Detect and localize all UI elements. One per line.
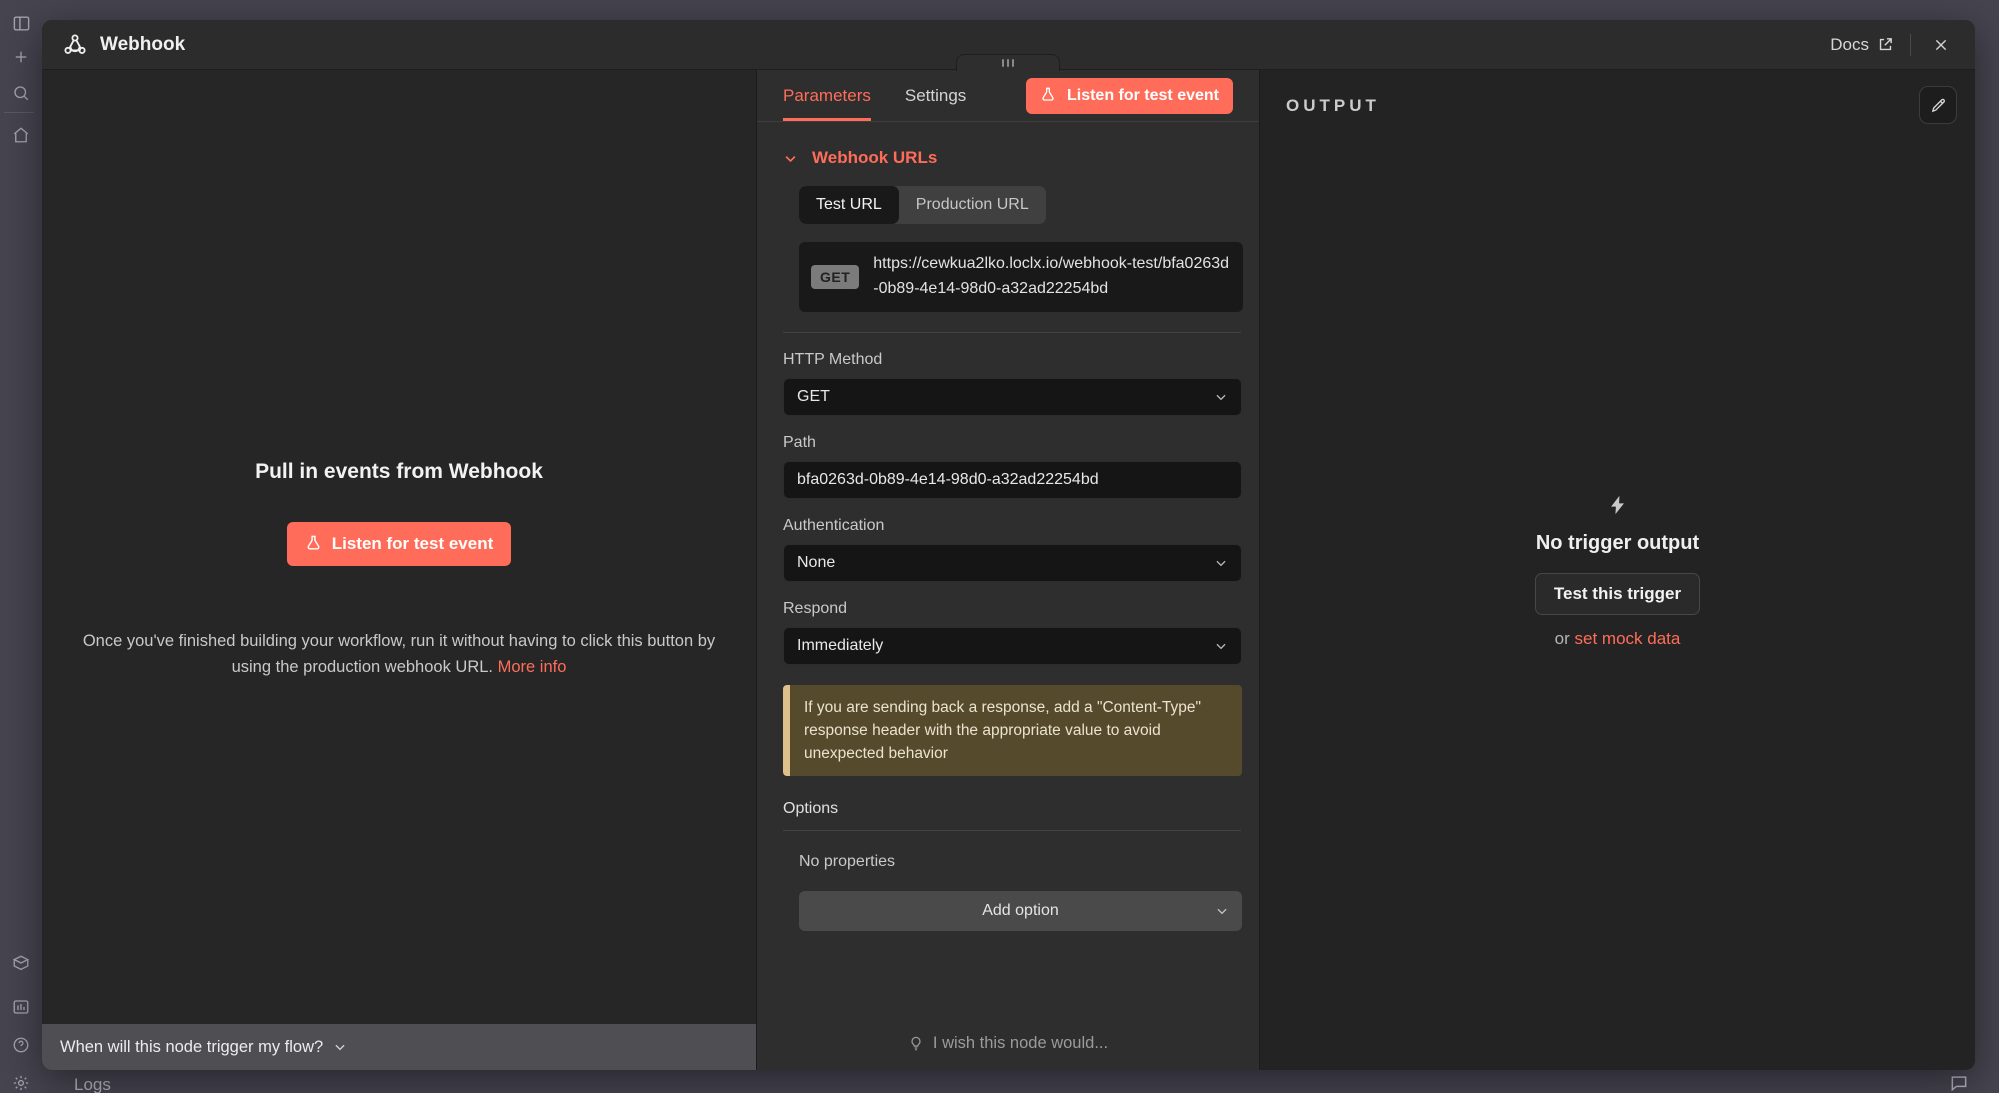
output-empty-state: No trigger output Test this trigger or s… [1260,70,1975,1070]
docs-link-label: Docs [1830,35,1869,55]
chevron-down-icon [1214,390,1228,404]
respond-select[interactable]: Immediately [783,627,1242,665]
modal-body: Pull in events from Webhook Listen for t… [42,70,1975,1070]
http-method-select[interactable]: GET [783,378,1242,416]
search-icon[interactable] [10,82,32,104]
templates-icon[interactable] [10,952,32,974]
http-method-field: HTTP Method GET [783,351,1241,416]
path-label: Path [783,434,1241,452]
input-panel: Pull in events from Webhook Listen for t… [42,70,757,1070]
more-info-link[interactable]: More info [498,658,567,676]
trigger-description: Once you've finished building your workf… [69,628,729,681]
section-divider [783,332,1241,333]
respond-field: Respond Immediately [783,600,1241,665]
add-icon[interactable] [10,46,32,68]
authentication-label: Authentication [783,517,1241,535]
lightning-bolt-icon [1607,492,1629,518]
settings-gear-icon[interactable] [10,1072,32,1093]
test-url-segment[interactable]: Test URL [799,186,899,224]
app-sidebar [0,0,42,1093]
url-environment-toggle: Test URL Production URL [799,186,1046,224]
close-icon[interactable] [1927,35,1955,55]
webhook-urls-section-toggle[interactable]: Webhook URLs [783,148,1241,168]
chat-icon[interactable] [1949,1073,1971,1093]
external-link-icon [1877,36,1894,53]
lightbulb-icon [908,1035,924,1051]
trigger-heading: Pull in events from Webhook [255,460,543,484]
node-feedback-link[interactable]: I wish this node would... [757,1016,1259,1070]
respond-label: Respond [783,600,1241,618]
webhook-node-icon [62,32,88,58]
http-method-badge: GET [811,265,859,289]
sidebar-divider [4,112,34,113]
authentication-field: Authentication None [783,517,1241,582]
parameters-panel: Parameters Settings Listen for test even… [757,70,1260,1070]
path-input[interactable] [783,461,1242,499]
http-method-label: HTTP Method [783,351,1241,369]
chevron-down-icon [783,151,798,166]
node-details-modal: Webhook Docs Pull in events from Webhook [42,20,1975,1070]
tabs-row: Parameters Settings Listen for test even… [757,70,1259,122]
chevron-down-icon [1214,639,1228,653]
authentication-select[interactable]: None [783,544,1242,582]
insights-icon[interactable] [10,996,32,1018]
or-text: or [1555,629,1570,648]
header-separator [1910,34,1911,56]
logs-label[interactable]: Logs [74,1075,111,1093]
mock-data-line: or set mock data [1555,629,1681,649]
listen-test-event-button-top[interactable]: Listen for test event [1026,78,1233,114]
webhook-urls-title: Webhook URLs [812,148,937,168]
add-option-button[interactable]: Add option [799,891,1242,931]
node-title: Webhook [100,34,185,56]
no-properties-text: No properties [799,853,1241,871]
parameters-scroll-area: Webhook URLs Test URL Production URL GET… [757,122,1259,1070]
listen-test-event-button[interactable]: Listen for test event [287,522,512,566]
help-icon[interactable] [10,1034,32,1056]
tab-parameters[interactable]: Parameters [783,71,871,121]
flask-icon [1040,87,1057,104]
chevron-down-icon [1214,556,1228,570]
home-icon[interactable] [10,124,32,146]
http-method-value: GET [797,388,830,406]
docs-link[interactable]: Docs [1830,35,1894,55]
content-type-notice: If you are sending back a response, add … [783,685,1242,777]
no-trigger-output-title: No trigger output [1536,532,1699,555]
output-panel: OUTPUT No trigger output Test this trigg… [1260,70,1975,1070]
listen-test-event-label: Listen for test event [1067,87,1219,105]
trigger-footer-question[interactable]: When will this node trigger my flow? [42,1024,756,1070]
authentication-value: None [797,554,835,572]
production-url-segment[interactable]: Production URL [899,186,1046,224]
panel-toggle-icon[interactable] [10,12,32,34]
node-feedback-label: I wish this node would... [933,1034,1108,1053]
listen-test-event-label: Listen for test event [332,534,494,554]
tab-settings[interactable]: Settings [905,71,966,121]
webhook-url-text: https://cewkua2lko.loclx.io/webhook-test… [873,252,1231,302]
flask-icon [305,535,322,552]
trigger-footer-label: When will this node trigger my flow? [60,1038,323,1057]
chevron-down-icon [333,1040,347,1054]
test-this-trigger-button[interactable]: Test this trigger [1535,573,1700,615]
set-mock-data-link[interactable]: set mock data [1575,629,1681,648]
panel-drag-handle[interactable] [956,54,1060,71]
webhook-url-box[interactable]: GET https://cewkua2lko.loclx.io/webhook-… [799,242,1243,312]
add-option-label: Add option [982,902,1059,920]
options-label: Options [783,800,1241,831]
chevron-down-icon [1215,904,1229,918]
path-field: Path [783,434,1241,499]
respond-value: Immediately [797,637,883,655]
